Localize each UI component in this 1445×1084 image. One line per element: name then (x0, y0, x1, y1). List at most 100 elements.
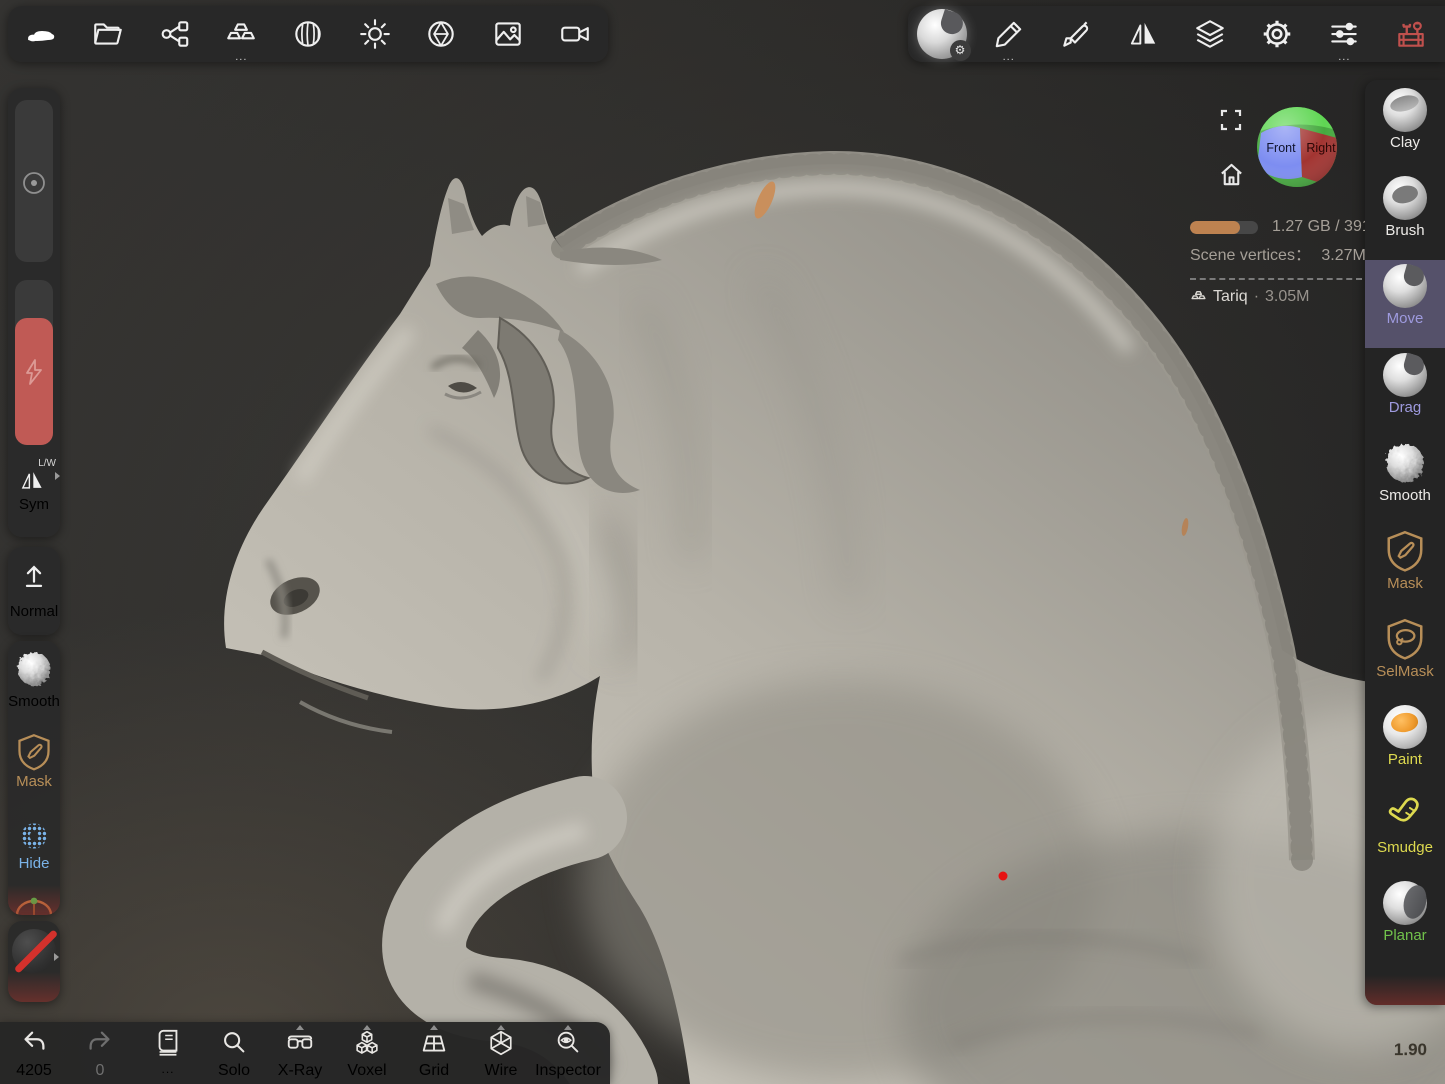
undo-icon (19, 1028, 49, 1058)
gizmo-front-label: Front (1266, 141, 1296, 155)
tool-drag-icon (1383, 353, 1427, 397)
top-toolbar-left: ... (8, 6, 608, 62)
history-button[interactable]: ... (136, 1022, 200, 1084)
redo-icon (85, 1028, 115, 1058)
background-icon[interactable] (480, 6, 536, 62)
caret-icon (564, 1025, 572, 1030)
top-toolbar-right: ⚙ ... (908, 6, 1445, 62)
scene-vertices-value: 3.27M (1321, 247, 1365, 264)
scene-graph-icon[interactable] (147, 6, 203, 62)
mask-shortcut-icon (16, 733, 52, 771)
panel-scroll-fade (8, 972, 60, 1002)
tool-label: Planar (1365, 927, 1445, 944)
brush-settings-gear-icon[interactable]: ⚙ (950, 40, 971, 61)
camera-icon[interactable] (547, 6, 603, 62)
stats-separator (1190, 278, 1362, 280)
tool-label: Smudge (1365, 839, 1445, 856)
tool-selmask-icon (1385, 617, 1425, 661)
grid-icon (419, 1028, 449, 1058)
scene-vertices-label: Scene vertices： (1190, 247, 1311, 264)
layers-icon[interactable] (1182, 6, 1238, 62)
normal-mode-button[interactable]: Normal (8, 555, 60, 635)
material-icon[interactable] (280, 6, 336, 62)
tool-clay[interactable]: Clay (1365, 84, 1445, 172)
voxel-button[interactable]: Voxel (335, 1022, 399, 1084)
grid-button[interactable]: Grid (402, 1022, 466, 1084)
brush-preview-button[interactable]: ⚙ (914, 6, 970, 62)
stroke-mode-panel: Normal (8, 547, 60, 635)
normal-arrow-icon (19, 561, 49, 591)
hide-shortcut[interactable]: Hide (8, 821, 60, 872)
falloff-brush-icon[interactable] (1048, 6, 1104, 62)
tool-smooth[interactable]: Smooth (1365, 437, 1445, 525)
caret-icon (430, 1025, 438, 1030)
inspector-button[interactable]: Inspector (536, 1022, 600, 1084)
view-gizmo[interactable]: Front Right (1255, 105, 1339, 189)
no-material-icon[interactable] (12, 929, 56, 973)
voxel-cubes-icon (352, 1028, 382, 1058)
solo-button[interactable]: Solo (202, 1022, 266, 1084)
interface-sliders-icon[interactable]: ... (1316, 6, 1372, 62)
cursor-dot (999, 872, 1008, 881)
scene-vertices: Scene vertices： 3.27M (1190, 241, 1366, 265)
normal-label: Normal (8, 603, 60, 620)
tool-move-selected[interactable]: Move (1365, 260, 1445, 348)
smooth-shortcut[interactable]: Smooth (8, 647, 60, 710)
intensity-slider[interactable] (15, 280, 53, 445)
tool-smudge[interactable]: Smudge (1365, 789, 1445, 877)
tool-mask[interactable]: Mask (1365, 525, 1445, 613)
quick-tools-panel: Smooth Mask Hide (8, 641, 60, 915)
mask-shortcut[interactable]: Mask (8, 733, 60, 790)
tool-planar[interactable]: Planar (1365, 877, 1445, 965)
postprocess-icon[interactable] (413, 6, 469, 62)
tool-clay-icon (1383, 88, 1427, 132)
nomad-logo-icon[interactable] (13, 6, 69, 62)
home-view-button[interactable] (1217, 160, 1245, 188)
tool-mask-icon (1385, 529, 1425, 573)
symmetry-icon[interactable] (1115, 6, 1171, 62)
inspector-label: Inspector (528, 1062, 608, 1080)
radius-icon (21, 170, 47, 196)
settings-gear-icon[interactable] (1249, 6, 1305, 62)
history-book-icon (154, 1028, 182, 1058)
radius-slider[interactable] (15, 100, 53, 262)
tool-smooth-icon (1381, 439, 1429, 487)
topology-icon[interactable]: ... (213, 6, 269, 62)
fullscreen-button[interactable] (1218, 107, 1244, 133)
redo-button[interactable]: 0 (68, 1022, 132, 1084)
tool-label: Drag (1365, 399, 1445, 416)
tool-label: Smooth (1365, 487, 1445, 504)
brush-sliders-panel: L/W Sym (8, 88, 60, 537)
tool-label: Brush (1365, 222, 1445, 239)
tool-label: SelMask (1365, 663, 1445, 680)
stroke-icon[interactable]: ... (981, 6, 1037, 62)
object-row[interactable]: Tariq · 3.05M (1190, 288, 1309, 306)
fullscreen-icon (1219, 108, 1243, 132)
wire-button[interactable]: Wire (469, 1022, 533, 1084)
toolbox-icon[interactable] (1383, 6, 1439, 62)
tool-partial[interactable] (1365, 965, 1445, 1005)
gizmo-right-label: Right (1306, 141, 1336, 155)
tool-drag[interactable]: Drag (1365, 349, 1445, 437)
object-name: Tariq (1213, 288, 1248, 306)
stroke-more: ... (981, 53, 1037, 61)
tool-planar-icon (1383, 881, 1427, 925)
sym-label: Sym (8, 496, 60, 513)
material-expand-arrow[interactable] (54, 953, 59, 961)
files-icon[interactable] (80, 6, 136, 62)
sym-expand-arrow[interactable] (55, 472, 60, 480)
caret-icon (363, 1025, 371, 1030)
tool-label: Mask (1365, 575, 1445, 592)
tool-brush[interactable]: Brush (1365, 172, 1445, 260)
undo-button[interactable]: 4205 (2, 1022, 66, 1084)
smooth-shortcut-icon (12, 647, 56, 691)
gizmo-shortcut-icon[interactable] (14, 893, 54, 915)
nomad-sculpt-app: ... ⚙ (0, 0, 1445, 1084)
xray-glasses-icon (284, 1028, 316, 1058)
symmetry-toggle[interactable]: L/W Sym (8, 456, 60, 526)
zoom-indicator: 1.90 (1394, 1040, 1427, 1060)
xray-button[interactable]: X-Ray (268, 1022, 332, 1084)
lighting-icon[interactable] (347, 6, 403, 62)
tool-paint[interactable]: Paint (1365, 701, 1445, 789)
tool-selmask[interactable]: SelMask (1365, 613, 1445, 701)
